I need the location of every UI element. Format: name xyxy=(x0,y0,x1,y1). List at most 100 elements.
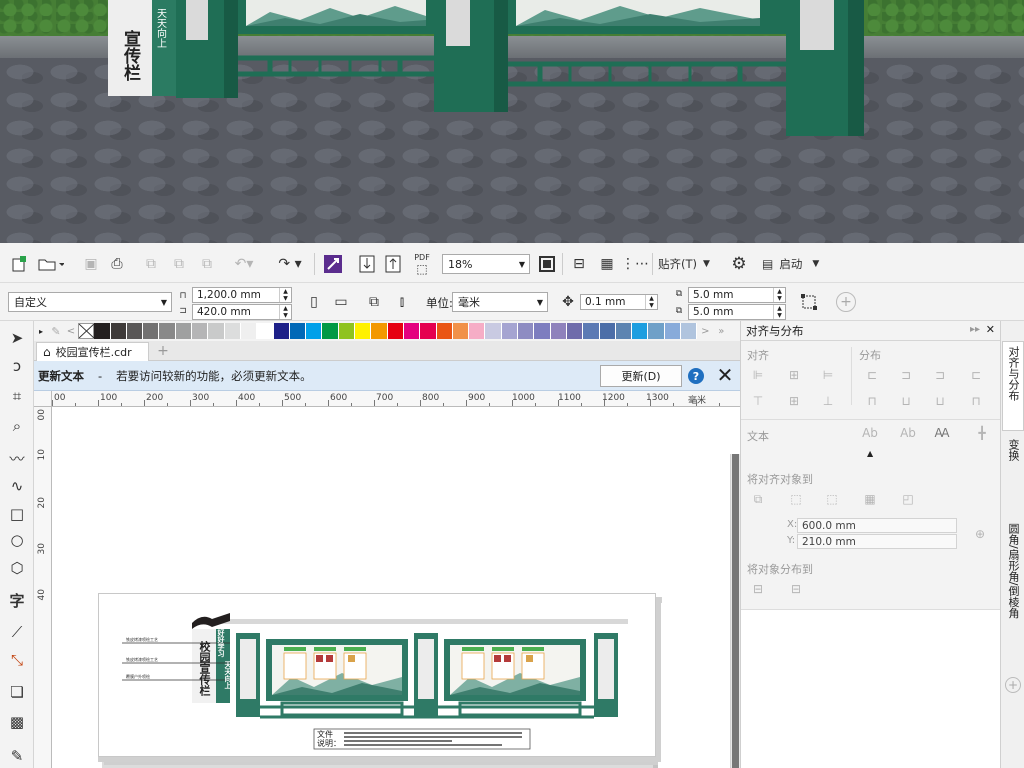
save-icon[interactable]: ▣ xyxy=(80,253,102,275)
color-swatch[interactable] xyxy=(680,323,698,339)
search-content-icon[interactable] xyxy=(322,253,344,275)
transparency-tool-icon[interactable]: ▩ xyxy=(6,711,28,733)
drawing-canvas[interactable]: 铁皮烤漆喷绘工艺 铁皮烤漆喷绘工艺 覆膜户外喷绘 校园宣传栏 好好学习 天天向上… xyxy=(52,407,740,768)
full-screen-preview-icon[interactable] xyxy=(536,253,558,275)
align-to-page-edge-icon[interactable]: ⬚ xyxy=(787,491,805,507)
x-position-field[interactable]: 600.0 mm xyxy=(797,518,957,533)
distribute-top-icon[interactable]: ⊓ xyxy=(863,393,881,409)
text-bbox-icon[interactable]: Ꜳ xyxy=(933,425,951,441)
color-swatch[interactable] xyxy=(143,323,160,339)
color-swatch[interactable] xyxy=(615,323,633,339)
side-tab-align[interactable]: 对齐与分布 xyxy=(1002,341,1024,431)
side-tab-transform[interactable]: 变换 xyxy=(1002,435,1024,515)
duplicate-distance-x-field[interactable]: 5.0 mm ▲ ▼ xyxy=(688,287,786,303)
outline-icon[interactable]: ╋ xyxy=(973,425,991,441)
landscape-icon[interactable]: ▭ xyxy=(330,292,352,312)
import-icon[interactable] xyxy=(356,253,378,275)
help-icon[interactable]: ? xyxy=(688,368,704,384)
color-swatch[interactable] xyxy=(599,323,616,339)
snap-to-menu[interactable]: 贴齐(T) ▼ xyxy=(658,253,716,275)
color-swatch[interactable] xyxy=(175,323,193,339)
show-guidelines-icon[interactable]: ⋮⋯ xyxy=(621,253,649,275)
color-swatch[interactable] xyxy=(518,323,535,339)
rectangle-tool-icon[interactable]: □ xyxy=(6,503,28,525)
y-position-field[interactable]: 210.0 mm xyxy=(797,534,957,549)
ellipse-tool-icon[interactable]: ○ xyxy=(6,529,28,551)
color-swatch[interactable] xyxy=(110,323,127,339)
color-swatch[interactable] xyxy=(436,323,453,339)
color-swatch[interactable] xyxy=(583,323,600,339)
treat-as-filled-icon[interactable] xyxy=(798,291,820,313)
color-swatch[interactable] xyxy=(338,323,356,339)
color-swatch[interactable] xyxy=(240,323,258,339)
color-swatch[interactable] xyxy=(648,323,665,339)
text-first-baseline-icon[interactable]: Ab xyxy=(861,425,879,441)
eyedropper-icon[interactable]: ✎ xyxy=(48,325,64,338)
add-docker-icon[interactable]: + xyxy=(1005,677,1021,693)
distribute-to-page-icon[interactable]: ⊟ xyxy=(787,581,805,597)
align-bottom-icon[interactable]: ⊥ xyxy=(819,393,837,409)
text-tool-icon[interactable]: 字 xyxy=(6,589,28,611)
pick-tool-icon[interactable]: ➤ xyxy=(6,327,28,349)
distribute-to-selection-icon[interactable]: ⊟ xyxy=(749,581,767,597)
publish-pdf-icon[interactable]: PDF ⬚ xyxy=(410,249,434,279)
align-left-icon[interactable]: ⊫ xyxy=(749,367,767,383)
undo-icon[interactable]: ↶▾ xyxy=(230,253,258,275)
align-to-active-object-icon[interactable]: ⧉ xyxy=(749,491,767,507)
color-swatch[interactable] xyxy=(420,323,437,339)
distribute-right-icon[interactable]: ⊐ xyxy=(931,367,949,383)
new-tab-icon[interactable]: + xyxy=(154,343,172,359)
no-color-swatch[interactable] xyxy=(78,323,95,339)
docker-expand-icon[interactable]: ▸▸ xyxy=(970,324,980,335)
align-top-icon[interactable]: ⊤ xyxy=(749,393,767,409)
target-point-icon[interactable]: ⊕ xyxy=(971,526,989,542)
color-swatch[interactable] xyxy=(159,323,176,339)
document-tab[interactable]: ⌂ 校园宣传栏.cdr xyxy=(36,342,149,361)
distribute-spacing-h-icon[interactable]: ⊏ xyxy=(967,367,985,383)
color-swatch[interactable] xyxy=(632,323,649,339)
update-button[interactable]: 更新(D) xyxy=(600,365,682,387)
align-center-h-icon[interactable]: ⊞ xyxy=(785,367,803,383)
align-center-v-icon[interactable]: ⊞ xyxy=(785,393,803,409)
color-swatch[interactable] xyxy=(566,323,584,339)
collapse-arrow-icon[interactable]: ▲ xyxy=(867,449,873,458)
page-width-field[interactable]: 1,200.0 mm ▲ ▼ xyxy=(192,287,292,303)
color-swatch[interactable] xyxy=(355,323,372,339)
new-document-icon[interactable] xyxy=(8,253,30,275)
drop-shadow-tool-icon[interactable]: ❏ xyxy=(6,681,28,703)
copy-icon[interactable]: ⧉ xyxy=(168,253,190,275)
color-swatch[interactable] xyxy=(387,323,404,339)
color-swatch[interactable] xyxy=(452,323,470,339)
color-swatch[interactable] xyxy=(664,323,681,339)
cut-icon[interactable]: ⧉ xyxy=(140,253,162,275)
crop-tool-icon[interactable]: ⌗ xyxy=(6,385,28,407)
redo-icon[interactable]: ↷ ▾ xyxy=(272,253,308,275)
color-swatch[interactable] xyxy=(306,323,323,339)
align-right-icon[interactable]: ⊨ xyxy=(819,367,837,383)
launch-menu[interactable]: ▤ 启动 ▼ xyxy=(762,253,832,275)
color-swatch[interactable] xyxy=(273,323,290,339)
polygon-tool-icon[interactable]: ⬡ xyxy=(6,557,28,579)
color-swatch[interactable] xyxy=(192,323,209,339)
page-height-field[interactable]: 420.0 mm ▲ ▼ xyxy=(192,304,292,320)
distribute-center-v-icon[interactable]: ⊔ xyxy=(897,393,915,409)
vertical-scrollbar-thumb[interactable] xyxy=(732,454,739,768)
connector-tool-icon[interactable]: ⤡ xyxy=(6,649,28,671)
palette-expand-icon[interactable]: » xyxy=(713,326,729,337)
color-swatch[interactable] xyxy=(208,323,225,339)
export-icon[interactable] xyxy=(382,253,404,275)
eyedropper-tool-icon[interactable]: ✎ xyxy=(6,745,28,767)
bulletin-board-artwork[interactable] xyxy=(52,407,740,768)
ruler-origin[interactable] xyxy=(34,391,52,407)
dimension-tool-icon[interactable]: ⟋ xyxy=(6,621,28,643)
color-swatch[interactable] xyxy=(469,323,486,339)
align-to-grid-icon[interactable]: ▦ xyxy=(861,491,879,507)
color-swatch[interactable] xyxy=(322,323,339,339)
color-swatch[interactable] xyxy=(534,323,551,339)
color-swatch[interactable] xyxy=(224,323,241,339)
color-swatch[interactable] xyxy=(289,323,307,339)
align-to-page-center-icon[interactable]: ⬚ xyxy=(823,491,841,507)
zoom-level-dropdown[interactable]: 18% ▼ xyxy=(442,254,530,274)
artistic-media-icon[interactable]: ∿ xyxy=(6,475,28,497)
palette-prev-icon[interactable]: < xyxy=(64,326,78,337)
